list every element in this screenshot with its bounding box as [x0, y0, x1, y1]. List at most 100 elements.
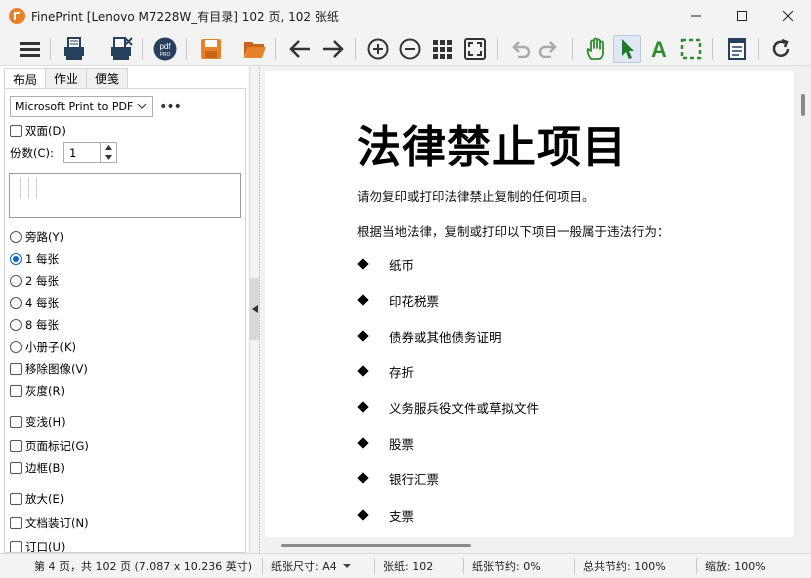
redo-button[interactable]: [535, 35, 563, 63]
copies-spinner[interactable]: 1: [63, 142, 117, 163]
checkbox-box[interactable]: [10, 517, 22, 529]
pan-tool-button[interactable]: [582, 35, 610, 63]
print-delete-icon: [111, 37, 133, 60]
tab-stationery[interactable]: 便笺: [86, 68, 129, 88]
checkbox-box[interactable]: [10, 541, 22, 552]
layout-option-1-up[interactable]: 1 每张: [10, 250, 59, 268]
open-button[interactable]: [241, 35, 269, 63]
spin-down-icon[interactable]: [101, 153, 116, 163]
zoom-out-button[interactable]: [396, 35, 424, 63]
grayscale-checkbox[interactable]: 灰度(R): [10, 382, 65, 400]
status-separator: [696, 558, 697, 574]
menu-icon: [20, 42, 40, 57]
layout-option-bypass[interactable]: 旁路(Y): [10, 228, 64, 246]
paper-size-value: 纸张尺寸: A4: [271, 560, 337, 573]
collapse-panel-button[interactable]: [250, 278, 259, 340]
forward-arrow-icon: [323, 40, 344, 58]
paper-saved: 纸张节约: 0%: [472, 560, 541, 573]
marquee-select-button[interactable]: [677, 35, 705, 63]
printer-select[interactable]: Microsoft Print to PDF: [10, 96, 153, 117]
print-button[interactable]: [60, 35, 88, 63]
layout-option-8-up[interactable]: 8 每张: [10, 316, 59, 334]
printer-properties-button[interactable]: •••: [159, 96, 182, 117]
list-item: 支票: [357, 506, 414, 524]
radio-button[interactable]: [10, 297, 22, 309]
checkbox-box[interactable]: [10, 493, 22, 505]
checkbox-box[interactable]: [10, 385, 22, 397]
undo-button[interactable]: [506, 35, 534, 63]
layout-option-label: 1 每张: [25, 252, 59, 266]
toolbar-separator: [758, 38, 759, 60]
layout-option-4-up[interactable]: 4 每张: [10, 294, 59, 312]
save-button[interactable]: [197, 35, 225, 63]
list-item-text: 义务服兵役文件或草拟文件: [389, 400, 540, 416]
maximize-button[interactable]: [719, 0, 765, 32]
hand-pan-icon: [586, 37, 604, 60]
list-item: 印花税票: [357, 291, 439, 309]
toolbar-separator: [355, 38, 356, 60]
horizontal-scroll-thumb[interactable]: [281, 544, 471, 547]
radio-button-selected[interactable]: [10, 253, 22, 265]
list-item-text: 纸币: [389, 257, 415, 273]
previous-page-button[interactable]: [286, 35, 314, 63]
undo-icon: [512, 41, 531, 58]
close-icon: [783, 11, 793, 21]
bullet-diamond-icon: [357, 330, 369, 342]
thumbnails-button[interactable]: [428, 35, 456, 63]
duplex-checkbox[interactable]: 双面(D): [10, 122, 66, 140]
radio-button[interactable]: [10, 231, 22, 243]
fit-page-button[interactable]: [461, 35, 489, 63]
close-button[interactable]: [765, 0, 811, 32]
zoom-in-button[interactable]: [364, 35, 392, 63]
vertical-scroll-thumb[interactable]: [801, 94, 805, 116]
list-item-text: 银行汇票: [389, 471, 440, 487]
toolbar-separator: [142, 38, 143, 60]
remove-images-checkbox[interactable]: 移除图像(V): [10, 360, 88, 378]
chevron-down-icon: [342, 564, 351, 568]
layout-option-label: 2 每张: [25, 274, 59, 288]
horizontal-scrollbar[interactable]: [263, 538, 796, 553]
page-marks-checkbox[interactable]: 页面标记(G): [10, 437, 89, 455]
bullet-diamond-icon: [357, 294, 369, 306]
checkbox-box[interactable]: [10, 125, 22, 137]
enlarge-checkbox[interactable]: 放大(E): [10, 490, 64, 508]
binding-checkbox[interactable]: 文档装订(N): [10, 514, 89, 532]
next-page-button[interactable]: [319, 35, 347, 63]
text-tool-button[interactable]: A: [645, 35, 673, 63]
radio-button[interactable]: [10, 275, 22, 287]
layout-option-booklet[interactable]: 小册子(K): [10, 338, 76, 356]
paper-size-dropdown[interactable]: 纸张尺寸: A4: [271, 554, 352, 578]
borders-checkbox[interactable]: 边框(B): [10, 459, 65, 477]
print-delete-button[interactable]: [107, 35, 135, 63]
select-tool-button[interactable]: [613, 35, 641, 63]
layout-tab-content: Microsoft Print to PDF ••• 双面(D) 份数(C): …: [4, 88, 246, 553]
lighten-checkbox[interactable]: 变浅(H): [10, 413, 66, 431]
checkbox-box[interactable]: [10, 440, 22, 452]
gutter-checkbox[interactable]: 订口(U): [10, 538, 66, 553]
toolbar-separator: [712, 38, 713, 60]
form-notes-button[interactable]: [723, 35, 751, 63]
vertical-scrollbar[interactable]: [796, 66, 811, 538]
pdf-factory-button[interactable]: pdf PRO: [151, 35, 179, 63]
copies-spin-buttons[interactable]: [100, 143, 116, 162]
spin-up-icon[interactable]: [101, 143, 116, 153]
print-icon: [64, 37, 84, 60]
refresh-button[interactable]: [767, 35, 795, 63]
tab-jobs[interactable]: 作业: [45, 68, 88, 88]
minimize-button[interactable]: [673, 0, 719, 32]
tab-layout[interactable]: 布局: [4, 68, 47, 89]
menu-button[interactable]: [16, 35, 44, 63]
toolbar-separator: [572, 38, 573, 60]
checkbox-box[interactable]: [10, 462, 22, 474]
checkbox-box[interactable]: [10, 363, 22, 375]
radio-button[interactable]: [10, 319, 22, 331]
checkbox-label: 订口(U): [25, 540, 66, 553]
layout-option-2-up[interactable]: 2 每张: [10, 272, 59, 290]
total-saved: 总共节约: 100%: [583, 560, 666, 573]
status-separator: [463, 558, 464, 574]
panel-splitter[interactable]: [250, 66, 263, 553]
select-arrow-icon: [622, 39, 634, 59]
radio-button[interactable]: [10, 341, 22, 353]
checkbox-box[interactable]: [10, 416, 22, 428]
bullet-diamond-icon: [357, 437, 369, 449]
